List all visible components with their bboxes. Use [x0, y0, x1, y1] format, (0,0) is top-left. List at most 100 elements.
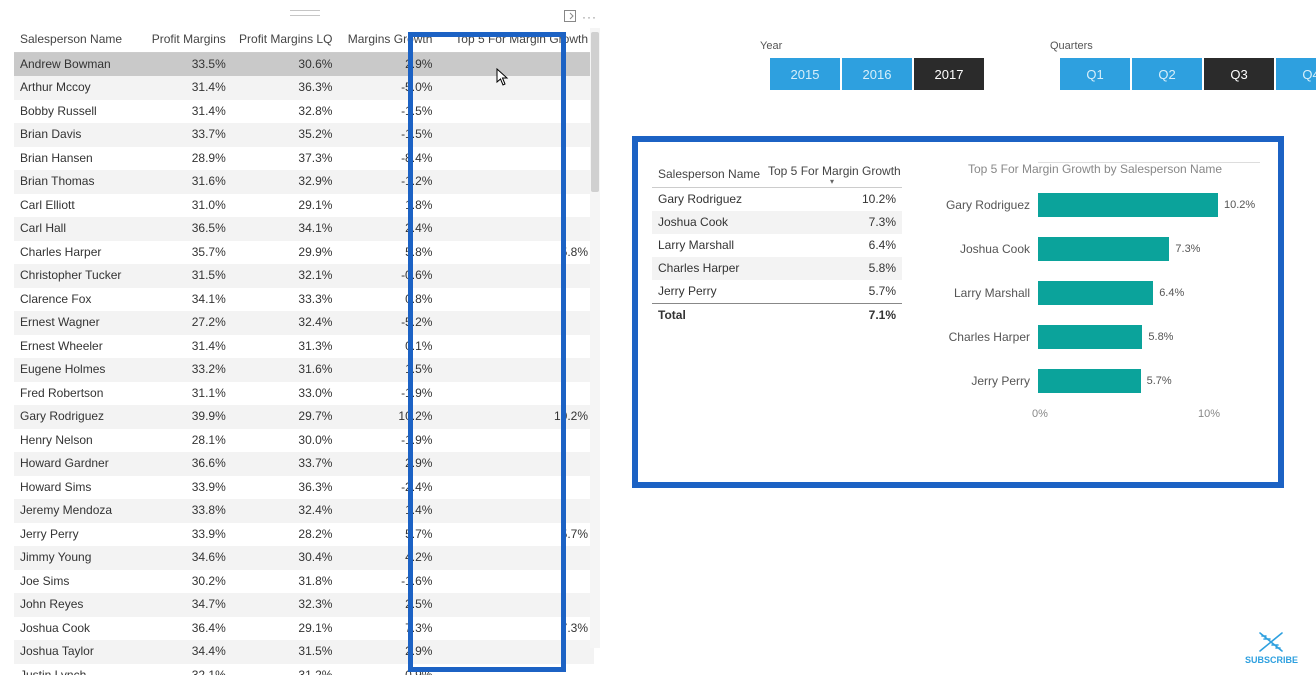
table-row[interactable]: Arthur Mccoy31.4%36.3%-5.0% [14, 76, 594, 100]
cell-t5 [438, 52, 594, 76]
table-row[interactable]: Bobby Russell31.4%32.8%-1.5% [14, 100, 594, 124]
main-table[interactable]: Salesperson Name Profit Margins Profit M… [14, 28, 594, 675]
chart-bar-row[interactable]: Larry Marshall6.4% [930, 276, 1260, 310]
table-row[interactable]: Joshua Taylor34.4%31.5%2.9% [14, 640, 594, 664]
cell-pm: 34.1% [145, 288, 232, 312]
table-row[interactable]: Gary Rodriguez10.2% [652, 188, 902, 212]
col-top5[interactable]: Top 5 For Margin Growth [438, 28, 594, 52]
subscribe-badge[interactable]: SUBSCRIBE [1245, 631, 1298, 665]
col-profit-margins-lq[interactable]: Profit Margins LQ [232, 28, 339, 52]
cell-mg: 1.8% [338, 194, 438, 218]
slicer-option[interactable]: Q4 [1276, 58, 1316, 90]
top5-table[interactable]: Salesperson Name Top 5 For Margin Growth… [652, 162, 902, 327]
cell-mg: 2.9% [338, 452, 438, 476]
cell-pmlq: 31.8% [232, 570, 339, 594]
drag-grip-icon[interactable] [290, 10, 320, 16]
top5-col-name[interactable]: Salesperson Name [652, 162, 762, 188]
table-row[interactable]: Andrew Bowman33.5%30.6%2.9% [14, 52, 594, 76]
cell-mg: -1.9% [338, 382, 438, 406]
more-options-icon[interactable]: ··· [582, 10, 596, 22]
table-row[interactable]: Justin Lynch32.1%31.2%0.9% [14, 664, 594, 675]
cell-pmlq: 32.8% [232, 100, 339, 124]
cell-mg: -1.5% [338, 100, 438, 124]
year-slicer[interactable]: 201520162017 [770, 58, 984, 90]
cell-mg: -1.6% [338, 570, 438, 594]
table-row[interactable]: Joe Sims30.2%31.8%-1.6% [14, 570, 594, 594]
cell-name: Brian Davis [14, 123, 145, 147]
table-row[interactable]: Joshua Cook36.4%29.1%7.3%7.3% [14, 617, 594, 641]
cell-pm: 39.9% [145, 405, 232, 429]
main-table-scrollbar[interactable] [590, 28, 600, 648]
table-row[interactable]: Charles Harper5.8% [652, 257, 902, 280]
table-row[interactable]: Jerry Perry5.7% [652, 280, 902, 304]
table-row[interactable]: Jeremy Mendoza33.8%32.4%1.4% [14, 499, 594, 523]
table-row[interactable]: Jimmy Young34.6%30.4%4.2% [14, 546, 594, 570]
table-row[interactable]: Carl Elliott31.0%29.1%1.8% [14, 194, 594, 218]
cell-pm: 35.7% [145, 241, 232, 265]
cell-t5: 5.8% [438, 241, 594, 265]
slicer-option[interactable]: Q1 [1060, 58, 1130, 90]
col-margins-growth[interactable]: Margins Growth [338, 28, 438, 52]
table-row[interactable]: Brian Davis33.7%35.2%-1.5% [14, 123, 594, 147]
table-row[interactable]: John Reyes34.7%32.3%2.5% [14, 593, 594, 617]
table-row[interactable]: Brian Hansen28.9%37.3%-8.4% [14, 147, 594, 171]
top5-bar-chart[interactable]: Top 5 For Margin Growth by Salesperson N… [930, 162, 1260, 428]
top5-header-row[interactable]: Salesperson Name Top 5 For Margin Growth… [652, 162, 902, 188]
table-row[interactable]: Ernest Wheeler31.4%31.3%0.1% [14, 335, 594, 359]
cell-t5 [438, 335, 594, 359]
slicer-option[interactable]: Q3 [1204, 58, 1274, 90]
table-row[interactable]: Carl Hall36.5%34.1%2.4% [14, 217, 594, 241]
cell-t5 [438, 499, 594, 523]
main-table-scroll[interactable]: Salesperson Name Profit Margins Profit M… [14, 28, 594, 650]
scrollbar-thumb[interactable] [591, 32, 599, 192]
cell-pmlq: 29.7% [232, 405, 339, 429]
cell-t5 [438, 640, 594, 664]
table-row[interactable]: Brian Thomas31.6%32.9%-1.2% [14, 170, 594, 194]
slicer-option[interactable]: 2016 [842, 58, 912, 90]
cell-t5 [438, 217, 594, 241]
main-table-header-row[interactable]: Salesperson Name Profit Margins Profit M… [14, 28, 594, 52]
chart-bar-row[interactable]: Charles Harper5.8% [930, 320, 1260, 354]
table-row[interactable]: Christopher Tucker31.5%32.1%-0.6% [14, 264, 594, 288]
table-row[interactable]: Fred Robertson31.1%33.0%-1.9% [14, 382, 594, 406]
table-row[interactable]: Larry Marshall6.4% [652, 234, 902, 257]
cell-mg: 2.9% [338, 52, 438, 76]
table-row[interactable]: Howard Gardner36.6%33.7%2.9% [14, 452, 594, 476]
cell-name: Carl Elliott [14, 194, 145, 218]
table-row[interactable]: Charles Harper35.7%29.9%5.8%5.8% [14, 241, 594, 265]
chart-bar-row[interactable]: Gary Rodriguez10.2% [930, 188, 1260, 222]
slicer-option[interactable]: Q2 [1132, 58, 1202, 90]
table-row[interactable]: Eugene Holmes33.2%31.6%1.5% [14, 358, 594, 382]
table-row[interactable]: Joshua Cook7.3% [652, 211, 902, 234]
slicer-option[interactable]: 2017 [914, 58, 984, 90]
main-table-visual[interactable]: ··· Salesperson Name Profit Margins Prof… [10, 8, 600, 668]
cell-t5: 7.3% [438, 617, 594, 641]
table-row[interactable]: Gary Rodriguez39.9%29.7%10.2%10.2% [14, 405, 594, 429]
cell-name: John Reyes [14, 593, 145, 617]
table-row[interactable]: Ernest Wagner27.2%32.4%-5.2% [14, 311, 594, 335]
top5-table-visual[interactable]: Salesperson Name Top 5 For Margin Growth… [652, 162, 902, 327]
cell-pm: 33.8% [145, 499, 232, 523]
cell-mg: -1.2% [338, 170, 438, 194]
col-profit-margins[interactable]: Profit Margins [145, 28, 232, 52]
chart-category-label: Gary Rodriguez [930, 198, 1038, 212]
cell-t5: 5.7% [438, 523, 594, 547]
table-row[interactable]: Henry Nelson28.1%30.0%-1.9% [14, 429, 594, 453]
chart-bar-row[interactable]: Joshua Cook7.3% [930, 232, 1260, 266]
chart-bar-row[interactable]: Jerry Perry5.7% [930, 364, 1260, 398]
table-row[interactable]: Jerry Perry33.9%28.2%5.7%5.7% [14, 523, 594, 547]
cell-pm: 31.4% [145, 76, 232, 100]
top5-col-value[interactable]: Top 5 For Margin Growth ▾ [762, 162, 902, 188]
slicer-option[interactable]: 2015 [770, 58, 840, 90]
quarter-slicer[interactable]: Q1Q2Q3Q4 [1060, 58, 1316, 90]
cell-name: Howard Sims [14, 476, 145, 500]
table-row[interactable]: Clarence Fox34.1%33.3%0.8% [14, 288, 594, 312]
cell-pmlq: 36.3% [232, 476, 339, 500]
table-row[interactable]: Howard Sims33.9%36.3%-2.4% [14, 476, 594, 500]
focus-mode-icon[interactable] [564, 10, 576, 22]
cell-name: Larry Marshall [652, 234, 762, 257]
cell-pmlq: 31.3% [232, 335, 339, 359]
col-salesperson[interactable]: Salesperson Name [14, 28, 145, 52]
chart-category-label: Jerry Perry [930, 374, 1038, 388]
chart-bar-fill [1038, 325, 1142, 349]
